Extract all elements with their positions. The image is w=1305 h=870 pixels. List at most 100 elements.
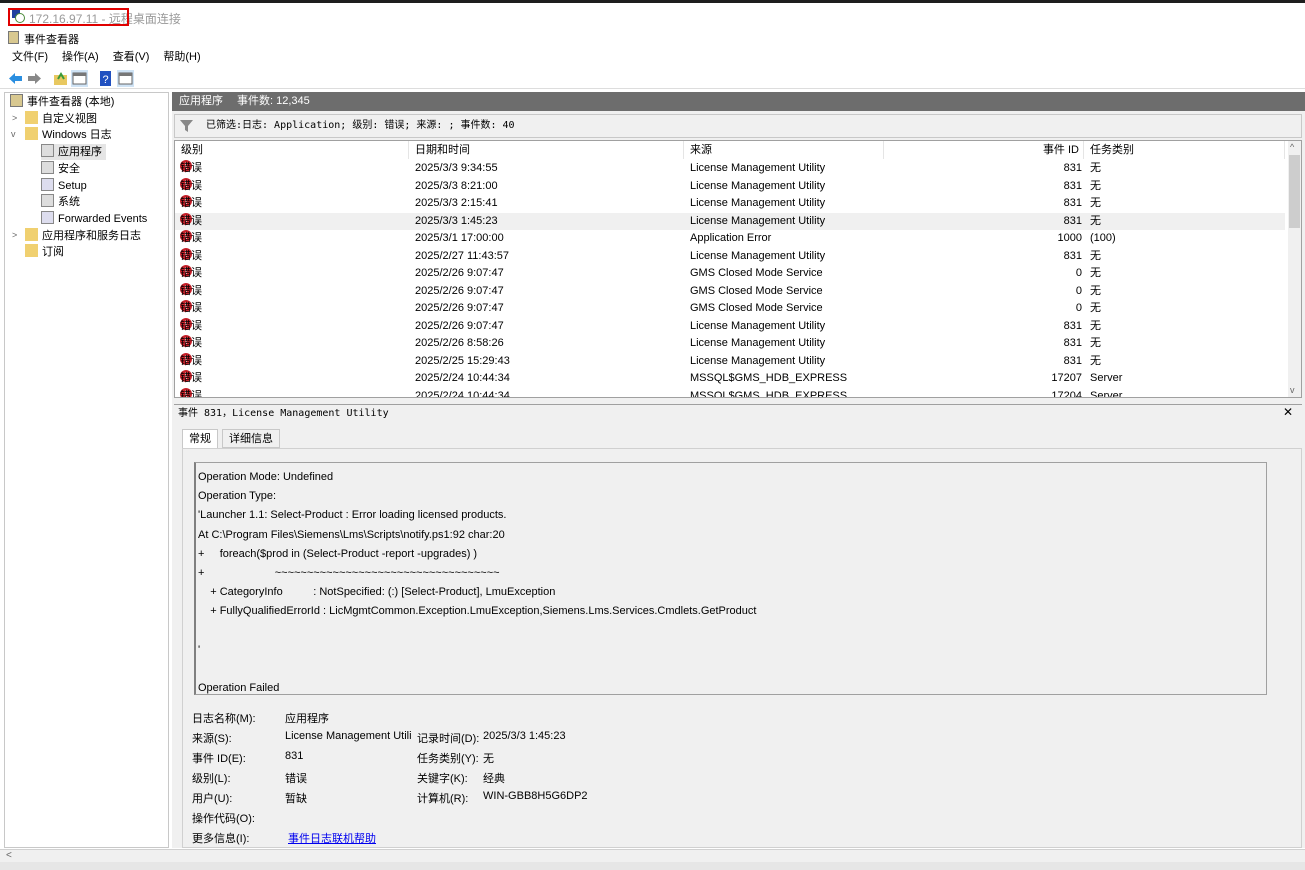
scrollbar-thumb[interactable] (1289, 155, 1300, 228)
event-id-label: 事件 ID(E): (192, 753, 246, 765)
source-cell: Application Error (690, 232, 772, 244)
source-cell: License Management Utility (690, 337, 826, 349)
event-id-cell: 0 (1075, 302, 1082, 314)
folder-icon (25, 228, 38, 241)
show-hide-tree-icon[interactable] (71, 70, 88, 87)
task-cell: (100) (1090, 232, 1116, 244)
events-table: 级别 日期和时间 来源 事件 ID 任务类别 ! 错误 2025/3/3 9:34… (174, 140, 1302, 398)
table-row[interactable]: ! 错误 2025/2/26 9:07:47 GMS Closed Mode Se… (175, 282, 1285, 301)
help-icon[interactable]: ? (97, 70, 114, 87)
close-icon[interactable]: ✕ (1283, 405, 1293, 419)
log-icon (41, 144, 54, 157)
table-row[interactable]: ! 错误 2025/2/24 10:44:34 MSSQL$GMS_HDB_EXP… (175, 370, 1285, 388)
chevron-right-icon[interactable]: > (12, 113, 17, 123)
tree-log-security[interactable]: 安全 (41, 161, 80, 177)
table-row[interactable]: ! 错误 2025/3/3 1:45:23 License Management … (175, 212, 1285, 230)
menu-bar: 文件(F) 操作(A) 查看(V) 帮助(H) (0, 48, 1305, 66)
table-row[interactable]: ! 错误 2025/2/26 9:07:47 GMS Closed Mode Se… (175, 265, 1285, 283)
forward-icon[interactable] (26, 70, 43, 87)
tree-windows-logs[interactable]: Windows 日志 (25, 127, 112, 143)
table-row[interactable]: ! 错误 2025/3/1 17:00:00 Application Error … (175, 230, 1285, 248)
tree-custom-views[interactable]: 自定义视图 (25, 111, 97, 127)
event-id-cell: 831 (1063, 354, 1082, 367)
app-title-bar: 事件查看器 (0, 29, 1305, 47)
menu-help[interactable]: 帮助(H) (163, 48, 200, 66)
level-label: 级别(L): (192, 773, 231, 785)
tree-log-application[interactable]: 应用程序 (41, 144, 106, 160)
task-cell: 无 (1090, 284, 1101, 297)
logged-label: 记录时间(D): (417, 733, 480, 745)
column-level[interactable]: 级别 (175, 141, 409, 159)
table-row[interactable]: ! 错误 2025/2/26 9:07:47 License Management… (175, 317, 1285, 336)
computer-label: 计算机(R): (417, 793, 469, 805)
datetime-cell: 2025/3/3 8:21:00 (415, 179, 498, 192)
show-hide-action-pane-icon[interactable] (117, 70, 134, 87)
level-value: 错误 (285, 773, 307, 785)
opcode-label: 操作代码(O): (192, 813, 255, 825)
scroll-up-icon[interactable]: ^ (1290, 142, 1294, 152)
datetime-cell: 2025/3/1 17:00:00 (415, 232, 504, 244)
table-row[interactable]: ! 错误 2025/2/26 8:58:26 License Management… (175, 335, 1285, 353)
scroll-left-icon[interactable]: < (6, 850, 12, 861)
tree-subscriptions[interactable]: 订阅 (25, 244, 64, 260)
tab-details[interactable]: 详细信息 (222, 429, 280, 448)
table-row[interactable]: ! 错误 2025/2/26 9:07:47 GMS Closed Mode Se… (175, 300, 1285, 318)
tree-log-setup[interactable]: Setup (41, 178, 87, 194)
status-strip (0, 862, 1305, 870)
computer-value: WIN-GBB8H5G6DP2 (483, 790, 588, 802)
task-cell: 无 (1090, 214, 1101, 227)
task-label: 任务类别(Y): (417, 753, 479, 765)
detail-header: 事件 831，License Management Utility (174, 404, 1302, 421)
column-event-id[interactable]: 事件 ID (884, 141, 1084, 159)
keywords-value: 经典 (483, 773, 505, 785)
back-icon[interactable] (7, 70, 24, 87)
task-cell: 无 (1090, 302, 1101, 314)
task-cell: 无 (1090, 354, 1101, 367)
task-cell: 无 (1090, 162, 1101, 174)
source-cell: License Management Utility (690, 197, 826, 209)
tree-log-system[interactable]: 系统 (41, 194, 80, 210)
source-cell: License Management Utility (690, 354, 826, 367)
task-cell: 无 (1090, 267, 1101, 279)
log-icon (41, 178, 54, 191)
up-folder-icon[interactable] (52, 70, 69, 87)
column-task-category[interactable]: 任务类别 (1084, 141, 1285, 159)
table-row[interactable]: ! 错误 2025/2/27 11:43:57 License Managemen… (175, 247, 1285, 266)
menu-action[interactable]: 操作(A) (62, 48, 99, 66)
tree-log-forwarded[interactable]: Forwarded Events (41, 211, 147, 227)
scroll-down-icon[interactable]: v (1290, 385, 1295, 395)
event-id-cell: 831 (1063, 214, 1082, 227)
chevron-right-icon[interactable]: > (12, 230, 17, 240)
task-cell: 无 (1090, 337, 1101, 349)
table-row[interactable]: ! 错误 2025/3/3 2:15:41 License Management … (175, 195, 1285, 213)
column-source[interactable]: 来源 (684, 141, 884, 159)
tab-general[interactable]: 常规 (182, 429, 218, 448)
task-cell: Server (1090, 372, 1123, 384)
more-info-link[interactable]: 事件日志联机帮助 (288, 830, 376, 846)
toolbar: ? (0, 68, 1305, 89)
column-datetime[interactable]: 日期和时间 (409, 141, 684, 159)
event-message[interactable]: Operation Mode: Undefined Operation Type… (194, 462, 1267, 695)
table-row[interactable]: ! 错误 2025/3/3 8:21:00 License Management … (175, 177, 1285, 196)
menu-view[interactable]: 查看(V) (113, 48, 150, 66)
chevron-down-icon[interactable]: v (11, 129, 16, 139)
datetime-cell: 2025/2/25 15:29:43 (415, 354, 510, 367)
task-cell: 无 (1090, 179, 1101, 192)
datetime-cell: 2025/2/26 9:07:47 (415, 302, 504, 314)
tree-root[interactable]: 事件查看器 (本地) (10, 94, 114, 110)
source-cell: License Management Utility (690, 214, 826, 227)
table-row[interactable]: ! 错误 2025/3/3 9:34:55 License Management … (175, 160, 1285, 178)
tree-app-service-logs[interactable]: 应用程序和服务日志 (25, 228, 141, 244)
datetime-cell: 2025/3/3 9:34:55 (415, 162, 498, 174)
menu-file[interactable]: 文件(F) (12, 48, 48, 66)
table-row[interactable]: ! 错误 2025/2/24 10:44:34 MSSQL$GMS_HDB_EXP… (175, 387, 1285, 398)
subscription-icon (25, 244, 38, 257)
datetime-cell: 2025/2/26 8:58:26 (415, 337, 504, 349)
horizontal-scrollbar[interactable]: < (0, 849, 1305, 862)
user-label: 用户(U): (192, 793, 233, 805)
source-cell: License Management Utility (690, 162, 826, 174)
source-cell: MSSQL$GMS_HDB_EXPRESS (690, 389, 848, 398)
log-name-value: 应用程序 (285, 713, 329, 725)
table-row[interactable]: ! 错误 2025/2/25 15:29:43 License Managemen… (175, 352, 1285, 371)
source-label: 来源(S): (192, 733, 232, 745)
